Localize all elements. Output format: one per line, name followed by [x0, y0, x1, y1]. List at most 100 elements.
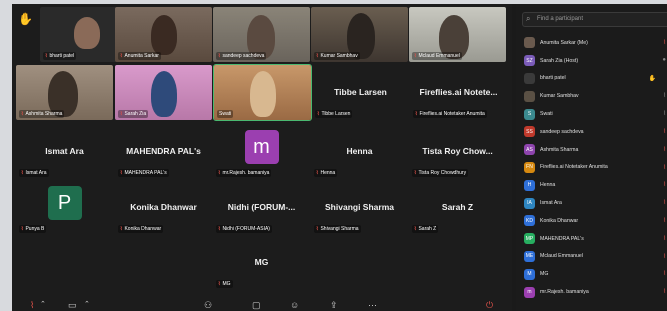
tile-name: ⌇ sandeep sachdeva: [216, 52, 267, 60]
tile-display-name: MG: [254, 257, 269, 267]
avatar: M: [524, 268, 535, 280]
video-tile-sarahzia[interactable]: ⌇ Sarah Zia: [115, 65, 212, 120]
avatar: SS: [524, 126, 535, 138]
meeting-toolbar: ⌇ ⌃ ▭ ⌃ ⚇ ▢ ☺ ⇪ ⋯ ⏻: [12, 300, 512, 311]
tile-name: ⌇ Shivangi Sharma: [314, 225, 361, 233]
mic-off-icon: ⌇: [663, 146, 666, 153]
tile-display-name: Fireflies.ai Notete...: [419, 87, 498, 97]
name-tile-henna[interactable]: Henna ⌇ Henna: [311, 124, 408, 179]
tile-name: Swati: [217, 110, 234, 118]
participant-search-input[interactable]: ⌕ Find a participant: [522, 12, 667, 27]
avatar-tile-rajesh[interactable]: m ⌇ mr.Rajesh. bamaniya: [213, 124, 310, 179]
participant-name: MAHENDRA PAL's: [540, 235, 584, 242]
chat-icon[interactable]: ▢: [252, 300, 261, 311]
video-camera-icon[interactable]: ▭: [68, 300, 77, 311]
participant-name: Henna: [540, 182, 556, 189]
tile-name: ⌇ MG: [216, 280, 233, 288]
participant-row[interactable]: MP MAHENDRA PAL's ⌇: [524, 230, 667, 248]
participant-row[interactable]: M MG ⌇: [524, 265, 667, 283]
tile-name: ⌇ Ashmita Sharma: [19, 110, 65, 118]
mic-on-icon: ⌇: [663, 93, 666, 100]
participant-row[interactable]: m mr.Rajesh. bamaniya ⌇: [524, 283, 667, 301]
tile-name: ⌇ Konika Dhanwar: [118, 225, 164, 233]
mic-off-icon: ⌇: [663, 182, 666, 189]
name-tile-ismat[interactable]: Ismat Ara ⌇ Ismat Ara: [16, 124, 113, 179]
video-tile-sandeep[interactable]: ⌇ sandeep sachdeva: [213, 7, 310, 62]
react-icon[interactable]: ☺: [290, 300, 299, 310]
participant-name: MG: [540, 271, 549, 278]
tile-name: ⌇ Henna: [314, 169, 338, 177]
participant-name: Ashmita Sharma: [540, 146, 579, 153]
name-tile-shivangi[interactable]: Shivangi Sharma ⌇ Shivangi Sharma: [311, 180, 408, 235]
name-tile-fireflies[interactable]: Fireflies.ai Notete... ⌇ Fireflies.ai Not…: [410, 65, 507, 120]
avatar: [524, 72, 535, 84]
participant-row[interactable]: SS sandeep sachdeva ⌇: [524, 123, 667, 141]
participant-name: Sarah Zia (Host): [540, 57, 579, 64]
tile-display-name: Tista Roy Chow...: [422, 146, 493, 156]
participant-name: Konika Dhanwar: [540, 217, 579, 224]
raise-hand-icon: ✋: [648, 75, 656, 82]
participant-row[interactable]: IA Ismat Ara ⌇: [524, 194, 667, 212]
avatar: AS: [524, 144, 535, 156]
video-tile-ashmita[interactable]: ⌇ Ashmita Sharma: [16, 65, 113, 120]
participant-row[interactable]: Anumita Sarkar (Me) ⌇: [524, 34, 667, 52]
participant-row[interactable]: Kumar Sambhav ⌇: [524, 87, 667, 105]
name-tile-mahendra[interactable]: MAHENDRA PAL's ⌇ MAHENDRA PAL's: [115, 124, 212, 179]
video-tile-anumita[interactable]: ⌇ Anumita Sarkar: [115, 7, 212, 62]
mic-off-icon: ⌇: [663, 271, 666, 278]
tile-name: ⌇ Tista Roy Chowdhury: [412, 169, 469, 177]
avatar: IA: [524, 197, 535, 209]
tile-name: ⌇ Sarah Z: [412, 225, 439, 233]
tile-display-name: Sarah Z: [441, 202, 474, 212]
name-tile-mg[interactable]: MG ⌇ MG: [213, 235, 310, 290]
tile-name: ⌇ Sarah Zia: [118, 110, 149, 118]
search-placeholder: Find a participant: [537, 16, 584, 22]
participants-panel: ⌕ Find a participant Anumita Sarkar (Me)…: [516, 4, 667, 311]
avatar: m: [524, 286, 535, 298]
name-tile-konika[interactable]: Konika Dhanwar ⌇ Konika Dhanwar: [115, 180, 212, 235]
participant-row[interactable]: SZ Sarah Zia (Host) ●: [524, 52, 667, 70]
video-tile-mclaud[interactable]: ⌇ Mclaud Emmanuel: [409, 7, 506, 62]
participant-name: sandeep sachdeva: [540, 128, 584, 135]
name-tile-tibbe[interactable]: Tibbe Larsen ⌇ Tibbe Larsen: [312, 65, 409, 120]
more-icon[interactable]: ⋯: [368, 300, 377, 311]
window-frame-left: [0, 0, 12, 311]
video-tile-swati[interactable]: Swati: [213, 64, 312, 121]
mic-icon[interactable]: ⌇: [30, 300, 34, 311]
participant-row[interactable]: S Swati ⌇: [524, 105, 667, 123]
avatar: ME: [524, 250, 535, 262]
tile-name: ⌇ Tibbe Larsen: [315, 110, 353, 118]
participant-name: bharti patel: [540, 75, 566, 82]
leave-icon[interactable]: ⏻: [486, 300, 493, 311]
tile-name: ⌇ MAHENDRA PAL's: [118, 169, 169, 177]
participant-row[interactable]: KD Konika Dhanwar ⌇: [524, 212, 667, 230]
avatar: P: [47, 186, 82, 220]
mic-off-icon: ⌇: [663, 253, 666, 260]
participant-row[interactable]: H Henna ⌇: [524, 176, 667, 194]
video-tile-kumar[interactable]: ⌇ Kumar Sambhav: [311, 7, 408, 62]
participant-row[interactable]: FN Fireflies.ai Notetaker Anumita ⌇: [524, 159, 667, 177]
name-tile-nidhi[interactable]: Nidhi (FORUM-... ⌇ Nidhi (FORUM-ASIA): [213, 180, 310, 235]
participant-row[interactable]: AS Ashmita Sharma ⌇: [524, 141, 667, 159]
mic-off-icon: ⌇: [663, 164, 666, 171]
share-screen-icon[interactable]: ⇪: [330, 300, 338, 311]
participant-row[interactable]: ME Mclaud Emmanuel ⌇: [524, 248, 667, 266]
mic-off-icon: ⌇: [663, 200, 666, 207]
participant-list: Anumita Sarkar (Me) ⌇ SZ Sarah Zia (Host…: [524, 34, 667, 301]
participant-name: mr.Rajesh. bamaniya: [540, 289, 589, 296]
name-tile-tista[interactable]: Tista Roy Chow... ⌇ Tista Roy Chowdhury: [409, 124, 506, 179]
avatar: H: [524, 179, 535, 191]
tile-name: ⌇ bharti patel: [43, 52, 77, 60]
raise-hand-icon[interactable]: ✋: [18, 12, 33, 26]
name-tile-sarahz[interactable]: Sarah Z ⌇ Sarah Z: [409, 180, 506, 235]
chevron-up-icon[interactable]: ⌃: [40, 300, 46, 308]
tile-display-name: Konika Dhanwar: [130, 202, 197, 212]
chevron-up-icon[interactable]: ⌃: [84, 300, 90, 308]
participants-icon[interactable]: ⚇: [204, 300, 212, 311]
tile-name: ⌇ Punya B: [19, 225, 47, 233]
avatar: [524, 90, 535, 102]
participant-name: Kumar Sambhav: [540, 93, 579, 100]
avatar-tile-punya[interactable]: P ⌇ Punya B: [16, 180, 113, 235]
participant-row[interactable]: bharti patel ✋: [524, 70, 667, 88]
tile-name: ⌇ Fireflies.ai Notetaker Anumita: [413, 110, 487, 118]
